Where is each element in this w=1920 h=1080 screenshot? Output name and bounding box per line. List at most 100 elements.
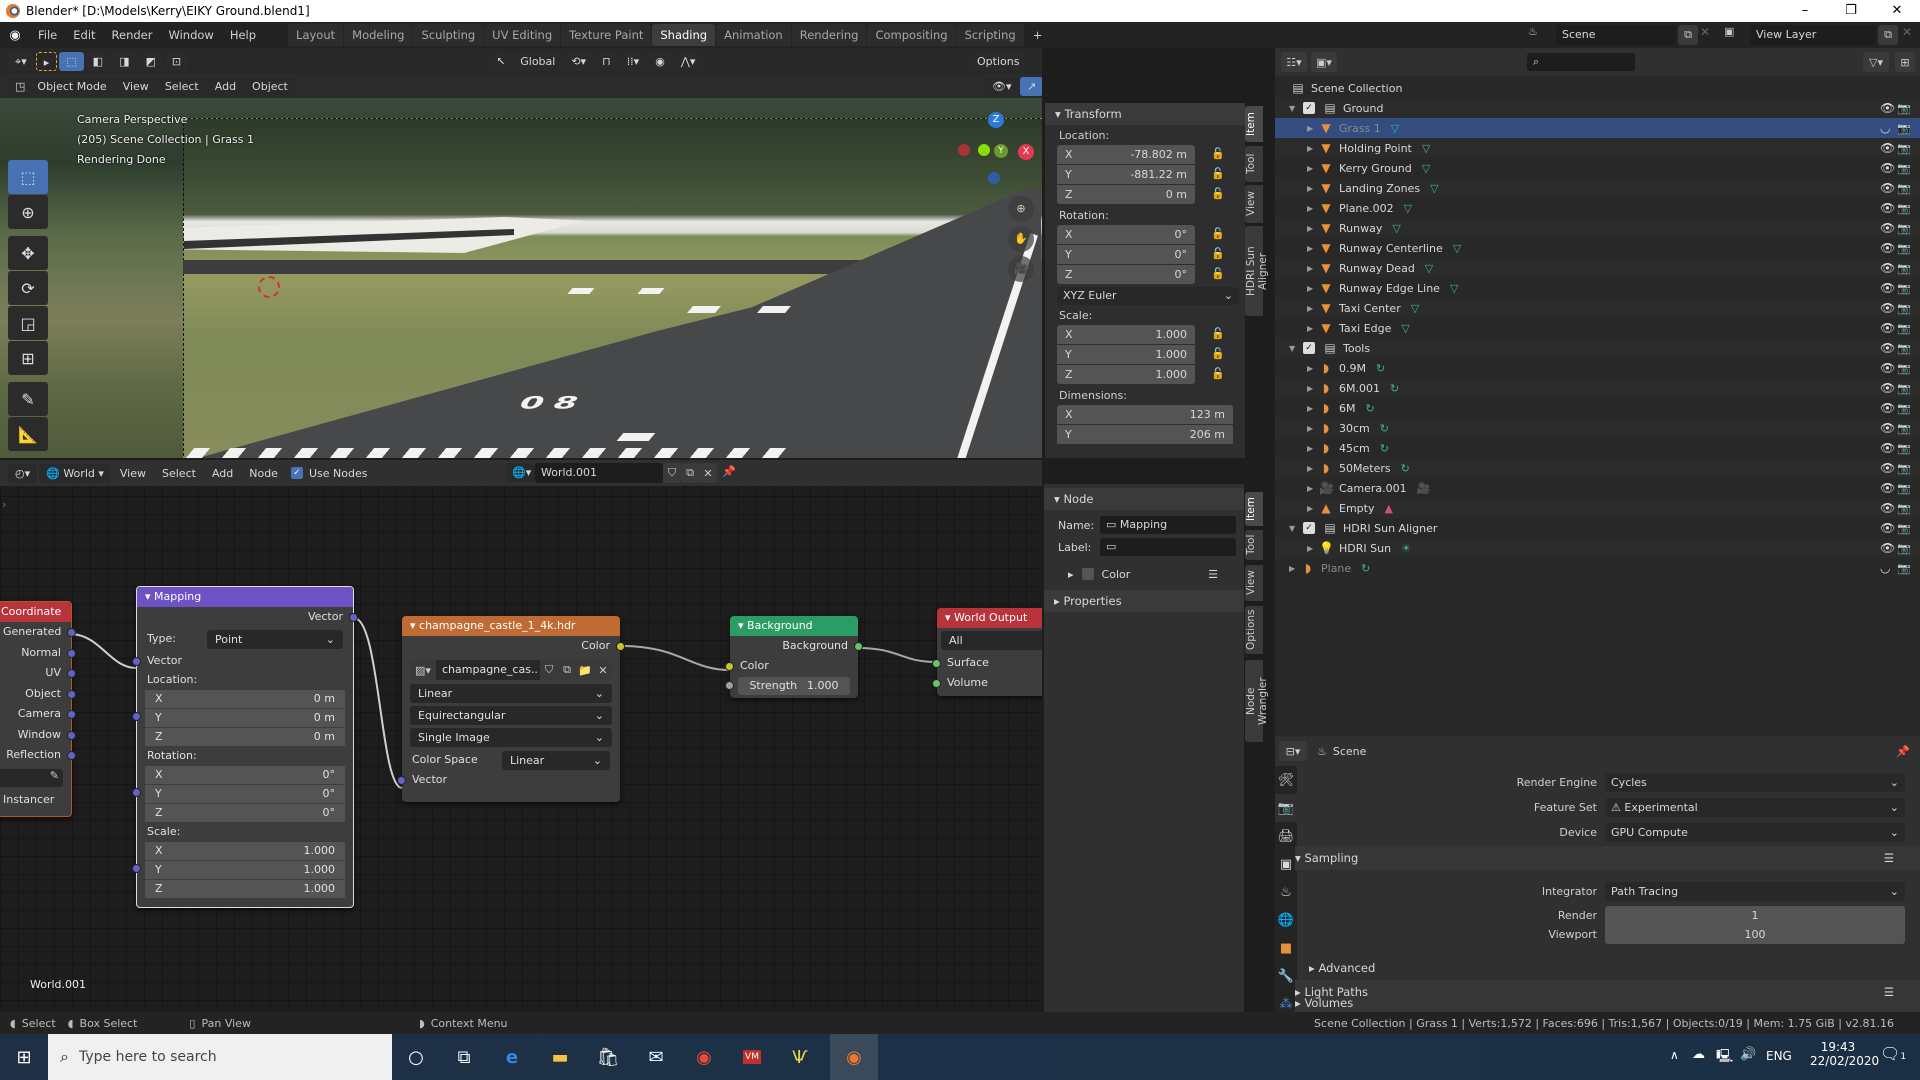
render-camera-icon[interactable]: 📷 xyxy=(1897,142,1911,155)
curve-data-icon[interactable]: ↻ xyxy=(1376,362,1385,375)
socket-input[interactable] xyxy=(932,679,941,688)
location-z-field[interactable]: Z0 m xyxy=(1057,185,1195,204)
outliner-row[interactable]: ▶ ▼ Grass 1 ▽ ◡ 📷 xyxy=(1275,118,1920,138)
exclude-checkbox[interactable]: ✓ xyxy=(1303,102,1315,114)
visibility-eye-icon[interactable]: 👁 xyxy=(1880,201,1895,215)
mapping-scale-x[interactable]: X 1.000 xyxy=(145,842,345,860)
socket-output[interactable] xyxy=(616,642,625,651)
render-camera-icon[interactable]: 📷 xyxy=(1897,422,1911,435)
mapping-location-x[interactable]: X0 m xyxy=(145,690,345,708)
node-tab-tool[interactable]: Tool xyxy=(1245,530,1263,560)
viewport-menu-view[interactable]: View xyxy=(115,76,156,96)
outliner-row[interactable]: ▶ ◗ 6M ↻ 👁 📷 xyxy=(1275,398,1920,418)
socket-output[interactable] xyxy=(67,648,76,658)
render-camera-icon[interactable]: 📷 xyxy=(1897,382,1911,395)
mapping-rotation-y[interactable]: Y 0° xyxy=(145,785,345,803)
mapping-scale-z[interactable]: Z 1.000 xyxy=(145,880,345,898)
color-checkbox[interactable] xyxy=(1081,568,1094,580)
tab-scripting[interactable]: Scripting xyxy=(956,24,1024,46)
render-camera-icon[interactable]: 📷 xyxy=(1897,102,1911,115)
falloff-icon[interactable]: ⋀▾ xyxy=(673,51,703,71)
tab-uv-editing[interactable]: UV Editing xyxy=(484,24,561,46)
sampling-panel-header[interactable]: ▾ Sampling ☰ xyxy=(1295,846,1920,870)
render-camera-icon[interactable]: 📷 xyxy=(1897,222,1911,235)
outliner-row[interactable]: ▶ 🎥 Camera.001 🎥 👁 📷 xyxy=(1275,478,1920,498)
render-camera-icon[interactable]: 📷 xyxy=(1897,542,1911,555)
outliner-row[interactable]: ▶ ▼ Runway ▽ 👁 📷 xyxy=(1275,218,1920,238)
curve-data-icon[interactable]: ↻ xyxy=(1366,402,1375,415)
editor-type-icon[interactable]: ⌖▾ xyxy=(8,51,34,71)
texture-coordinate-node[interactable]: Coordinate Generated Normal UV Object Camera… xyxy=(0,601,76,817)
tab-texture-paint[interactable]: Texture Paint xyxy=(561,24,652,46)
outliner-row[interactable]: ▶ ◗ 0.9M ↻ 👁 📷 xyxy=(1275,358,1920,378)
visibility-eye-icon[interactable]: 👁 xyxy=(1880,321,1895,335)
outliner-scene-collection[interactable]: ▤ Scene Collection xyxy=(1275,78,1920,98)
menu-edit[interactable]: Edit xyxy=(65,28,103,42)
delete-scene-icon[interactable]: ✕ xyxy=(1700,25,1710,39)
outliner-row[interactable]: ▶ 💡 HDRI Sun ☀ 👁 📷 xyxy=(1275,538,1920,558)
orientation-dropdown[interactable]: Global xyxy=(513,51,563,71)
socket-input[interactable] xyxy=(397,776,406,785)
mode-icon[interactable]: ◳ xyxy=(8,76,33,96)
visibility-eye-icon[interactable]: 👁 xyxy=(1880,141,1895,155)
mapping-location-z[interactable]: Z0 m xyxy=(145,728,345,746)
feature-set-dropdown[interactable]: ⚠ Experimental ⌄ xyxy=(1605,797,1905,817)
render-camera-icon[interactable]: 📷 xyxy=(1897,322,1911,335)
gizmo-y-axis[interactable]: Y xyxy=(994,144,1008,158)
visibility-eye-icon[interactable]: 👁 xyxy=(1880,421,1895,435)
visibility-eye-icon[interactable]: ◡ xyxy=(1880,561,1890,575)
outliner-row[interactable]: ▶ ◗ Plane ↻ ◡ 📷 xyxy=(1275,558,1920,578)
outliner-row[interactable]: ▶ ▼ Holding Point ▽ 👁 📷 xyxy=(1275,138,1920,158)
collapse-arrow-icon[interactable]: ▼ xyxy=(1289,344,1301,353)
visibility-eye-icon[interactable]: 👁 xyxy=(1880,441,1895,455)
outliner-row[interactable]: ▶ ◗ 45cm ↻ 👁 📷 xyxy=(1275,438,1920,458)
onedrive-icon[interactable]: ☁ xyxy=(1692,1047,1705,1062)
filter-icon[interactable]: ▽▾ xyxy=(1863,52,1889,72)
render-samples-field[interactable]: 1 xyxy=(1605,905,1905,925)
viewport-samples-field[interactable]: 100 xyxy=(1605,924,1905,944)
mapping-node[interactable]: ▾ Mapping Vector Type: Point ⌄ Vector Loca… xyxy=(132,586,358,908)
visibility-eye-icon[interactable]: 👁 xyxy=(1880,401,1895,415)
expand-arrow-icon[interactable]: ▶ xyxy=(1307,404,1319,413)
node-tab-options[interactable]: Options xyxy=(1245,606,1263,654)
empty-data-icon[interactable]: ▲ xyxy=(1384,502,1392,515)
socket-output[interactable] xyxy=(67,730,76,740)
tab-modeling[interactable]: Modeling xyxy=(344,24,413,46)
world-output-node[interactable]: ▾ World Output All Surface Volume xyxy=(932,608,1042,696)
visibility-eye-icon[interactable]: 👁 xyxy=(1880,261,1895,275)
exclude-checkbox[interactable]: ✓ xyxy=(1303,342,1315,354)
render-camera-icon[interactable]: 📷 xyxy=(1897,522,1911,535)
menu-render[interactable]: Render xyxy=(104,28,161,42)
outliner-row[interactable]: ▶ ▼ Runway Dead ▽ 👁 📷 xyxy=(1275,258,1920,278)
render-camera-icon[interactable]: 📷 xyxy=(1897,362,1911,375)
outliner-row[interactable]: ▼ ✓ ▤ Ground 👁 📷 xyxy=(1275,98,1920,118)
integrator-dropdown[interactable]: Path Tracing ⌄ xyxy=(1605,881,1905,901)
task-view-icon[interactable]: ⧉ xyxy=(440,1034,488,1080)
visibility-eye-icon[interactable]: 👁 xyxy=(1880,221,1895,235)
rotate-tool-icon[interactable]: ⟳ xyxy=(8,271,48,305)
outliner-row[interactable]: ▶ ▼ Runway Edge Line ▽ 👁 📷 xyxy=(1275,278,1920,298)
outliner-row[interactable]: ▶ ◗ 50Meters ↻ 👁 📷 xyxy=(1275,458,1920,478)
mesh-data-icon[interactable]: ▽ xyxy=(1450,282,1458,295)
socket-output[interactable] xyxy=(67,751,76,760)
microsoft-store-icon[interactable]: 🛍 xyxy=(584,1034,632,1080)
location-x-field[interactable]: X -78.802 m xyxy=(1057,145,1195,164)
socket-input[interactable] xyxy=(725,681,734,690)
gizmo-neg-z[interactable] xyxy=(988,172,1000,184)
zoom-view-icon[interactable]: ⊕ xyxy=(1008,196,1034,222)
expand-arrow-icon[interactable]: ▶ xyxy=(1307,124,1319,133)
expand-arrow-icon[interactable]: ▶ xyxy=(1307,544,1319,553)
menu-window[interactable]: Window xyxy=(160,28,221,42)
source-dropdown[interactable]: Single Image ⌄ xyxy=(410,728,612,747)
select-mode-invert-icon[interactable]: ◩ xyxy=(138,51,163,71)
list-icon[interactable]: ☰ xyxy=(1208,568,1218,581)
move-tool-icon[interactable]: ✥ xyxy=(8,236,48,270)
outliner-row[interactable]: ▶ ▼ Runway Centerline ▽ 👁 📷 xyxy=(1275,238,1920,258)
node-header[interactable]: ▾ champagne_castle_1_4k.hdr xyxy=(402,616,620,636)
outliner-row[interactable]: ▶ ▲ Empty ▲ 👁 📷 xyxy=(1275,498,1920,518)
lock-icon[interactable]: 🔓 xyxy=(1211,227,1225,240)
measure-tool-icon[interactable]: 📐 xyxy=(8,417,48,451)
expand-arrow-icon[interactable]: ▶ xyxy=(1307,204,1319,213)
voicemeeter-icon[interactable]: VM xyxy=(728,1034,776,1080)
image-browse-icon[interactable]: ▨▾ xyxy=(410,660,436,680)
